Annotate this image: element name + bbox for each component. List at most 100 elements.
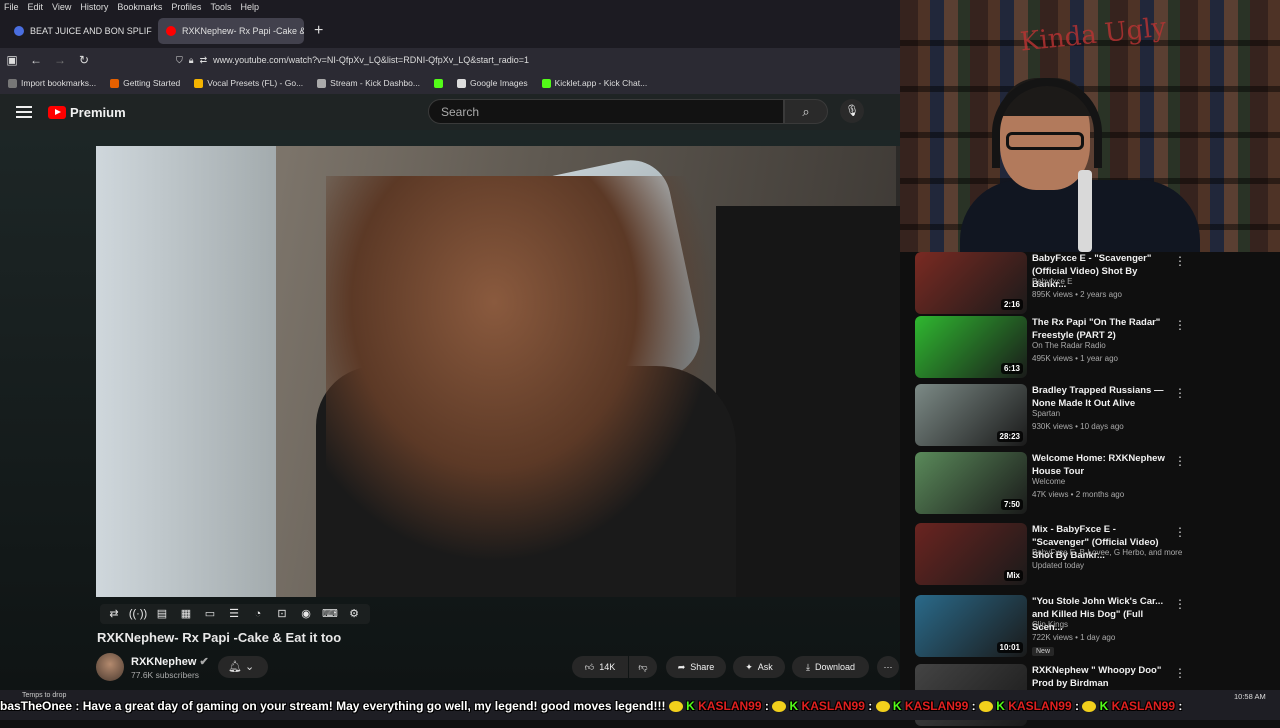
forward-icon[interactable]: → — [48, 53, 72, 67]
video-duration: 6:13 — [1000, 363, 1023, 374]
url-bar[interactable]: ⛉ 🔒︎ ⇄ www.youtube.com/watch?v=NI-QfpXv_… — [176, 50, 892, 70]
voice-search-button[interactable]: 🎙︎ — [840, 99, 864, 123]
shield-icon[interactable]: ⛉ — [176, 55, 183, 66]
video-thumbnail[interactable]: 6:13 — [915, 316, 1027, 378]
like-button[interactable]: 👍︎ 14K — [572, 656, 628, 678]
bookmark-item[interactable]: Stream - Kick Dashbo... — [317, 78, 420, 88]
recommendation-channel[interactable]: Clip Kings — [1032, 620, 1068, 629]
bookmark-favicon-icon — [433, 78, 443, 88]
back-icon[interactable]: ← — [24, 53, 48, 67]
menu-bar: File Edit View History Bookmarks Profiles Tool… — [0, 0, 900, 14]
tab-rxknephew[interactable]: RXKNephew- Rx Papi -Cake & I × — [158, 18, 304, 44]
recommendation-item[interactable]: 10:01 "You Stole John Wick's Car... and K… — [915, 595, 1255, 659]
video-settings-icon[interactable]: ▤ — [152, 606, 172, 622]
recommendation-channel[interactable]: BabyFxce E, B-Lovee, G Herbo, and more — [1032, 548, 1182, 557]
bookmark-item[interactable] — [433, 78, 443, 88]
more-options-icon[interactable]: ⋮ — [1174, 666, 1186, 680]
bookmark-item[interactable]: Getting Started — [110, 78, 180, 88]
video-thumbnail[interactable]: 2:16 — [915, 252, 1027, 314]
pip-icon[interactable]: ⊡ — [272, 606, 292, 622]
chat-spam-sequence: K KASLAN99 : K KASLAN99 : K KASLAN99 : K… — [668, 699, 1183, 713]
screenshot-icon[interactable]: ◉ — [296, 606, 316, 622]
bookmark-item[interactable]: Kicklet.app - Kick Chat... — [541, 78, 647, 88]
menu-item-help[interactable]: Help — [240, 2, 259, 12]
menu-item-edit[interactable]: Edit — [28, 2, 44, 12]
recommendation-item[interactable]: 6:13 The Rx Papi "On The Radar" Freestyle… — [915, 316, 1255, 380]
bookmark-label: Import bookmarks... — [21, 78, 97, 88]
screen-icon[interactable]: ▭ — [200, 606, 220, 622]
video-player[interactable] — [96, 146, 900, 597]
menu-item-view[interactable]: View — [52, 2, 71, 12]
reload-icon[interactable]: ↻ — [72, 53, 96, 67]
speed-icon[interactable]: ◔ — [248, 606, 268, 622]
sidebar-toggle-icon[interactable]: ▣ — [0, 53, 24, 67]
subscriber-count: 77.6K subscribers — [131, 670, 200, 680]
lock-icon[interactable]: 🔒︎ — [189, 55, 194, 66]
bookmark-item[interactable]: Import bookmarks... — [8, 78, 96, 88]
loop-icon[interactable]: ⇄ — [104, 606, 124, 622]
recommendation-title[interactable]: Welcome Home: RXKNephew House Tour — [1032, 452, 1170, 478]
more-icon: ⋯ — [883, 661, 893, 672]
bookmark-item[interactable]: Vocal Presets (FL) - Go... — [194, 78, 303, 88]
recommendation-channel[interactable]: On The Radar Radio — [1032, 341, 1106, 350]
menu-item-bookmarks[interactable]: Bookmarks — [117, 2, 162, 12]
chat-separator: : — [1175, 699, 1183, 713]
new-tab-button[interactable]: + — [314, 22, 323, 40]
video-duration: 10:01 — [996, 642, 1023, 653]
channel-name-text[interactable]: RXKNephew — [131, 656, 196, 668]
bookmark-label: Stream - Kick Dashbo... — [330, 78, 420, 88]
video-thumbnail[interactable]: 28:23 — [915, 384, 1027, 446]
chat-spam-username: KASLAN99 — [698, 699, 762, 713]
more-options-icon[interactable]: ⋮ — [1174, 597, 1186, 611]
recommendation-channel[interactable]: Spartan — [1032, 409, 1060, 418]
tab-bar: BEAT JUICE AND BON SPLIFF - I × RXKNephe… — [0, 14, 900, 48]
permissions-icon[interactable]: ⇄ — [200, 55, 208, 66]
more-options-icon[interactable]: ⋮ — [1174, 318, 1186, 332]
more-options-icon[interactable]: ⋮ — [1174, 386, 1186, 400]
more-actions-button[interactable]: ⋯ — [877, 656, 899, 678]
ask-button[interactable]: ✦ Ask — [733, 656, 785, 678]
menu-item-profiles[interactable]: Profiles — [171, 2, 201, 12]
recommendation-channel[interactable]: Babyfxce E — [1032, 277, 1072, 286]
menu-icon[interactable] — [16, 103, 32, 121]
emote-icon — [875, 701, 890, 713]
video-thumbnail[interactable]: Mix — [915, 523, 1027, 585]
recommendation-item[interactable]: 2:16 BabyFxce E - "Scavenger" (Official V… — [915, 252, 1255, 316]
recommendation-meta: 895K views • 2 years ago — [1032, 290, 1122, 299]
channel-name[interactable]: RXKNephew ✔ — [131, 655, 209, 668]
download-button[interactable]: ⤓ Download — [792, 656, 869, 678]
dislike-button[interactable]: 👎︎ — [629, 656, 657, 678]
recommendation-title[interactable]: RXKNephew " Whoopy Doo" Prod by Birdman — [1032, 664, 1170, 690]
tab-beat-juice[interactable]: BEAT JUICE AND BON SPLIFF - I × — [6, 18, 152, 44]
webcam-overlay: Kinda Ugly — [900, 0, 1280, 252]
recommendation-title[interactable]: The Rx Papi "On The Radar" Freestyle (PA… — [1032, 316, 1170, 342]
recommendation-item[interactable]: Mix Mix - BabyFxce E - "Scavenger" (Offic… — [915, 523, 1255, 587]
more-options-icon[interactable]: ⋮ — [1174, 254, 1186, 268]
chat-overlay-message: basTheOnee : Have a great day of gaming … — [0, 699, 1182, 713]
audio-icon[interactable]: ((·)) — [128, 606, 148, 622]
share-button[interactable]: ➦ Share — [666, 656, 726, 678]
search-input[interactable]: Search — [428, 99, 784, 124]
recommendation-item[interactable]: 7:50 Welcome Home: RXKNephew House Tour We… — [915, 452, 1255, 516]
menu-item-file[interactable]: File — [4, 2, 19, 12]
keyboard-icon[interactable]: ⌨ — [320, 606, 340, 622]
recommendation-item[interactable]: 28:23 Bradley Trapped Russians — None Mad… — [915, 384, 1255, 448]
more-options-icon[interactable]: ⋮ — [1174, 525, 1186, 539]
video-frame-person — [326, 176, 746, 597]
subscribed-bell-button[interactable]: 🔔︎ ⌄ — [218, 656, 268, 678]
bookmark-item[interactable]: Google Images — [456, 78, 528, 88]
more-options-icon[interactable]: ⋮ — [1174, 454, 1186, 468]
search-button[interactable]: ⌕ — [784, 99, 828, 124]
recommendation-title[interactable]: Bradley Trapped Russians — None Made It … — [1032, 384, 1170, 410]
video-thumbnail[interactable]: 10:01 — [915, 595, 1027, 657]
playlist-icon[interactable]: ☰ — [224, 606, 244, 622]
cinema-icon[interactable]: ▦ — [176, 606, 196, 622]
recommendation-channel[interactable]: Welcome — [1032, 477, 1065, 486]
channel-avatar[interactable] — [96, 653, 124, 681]
video-thumbnail[interactable]: 7:50 — [915, 452, 1027, 514]
menu-item-tools[interactable]: Tools — [210, 2, 231, 12]
url-text[interactable]: www.youtube.com/watch?v=NI-QfpXv_LQ&list… — [213, 55, 529, 65]
menu-item-history[interactable]: History — [80, 2, 108, 12]
youtube-premium-logo[interactable]: Premium — [48, 105, 126, 120]
settings-gear-icon[interactable]: ⚙ — [344, 606, 364, 622]
